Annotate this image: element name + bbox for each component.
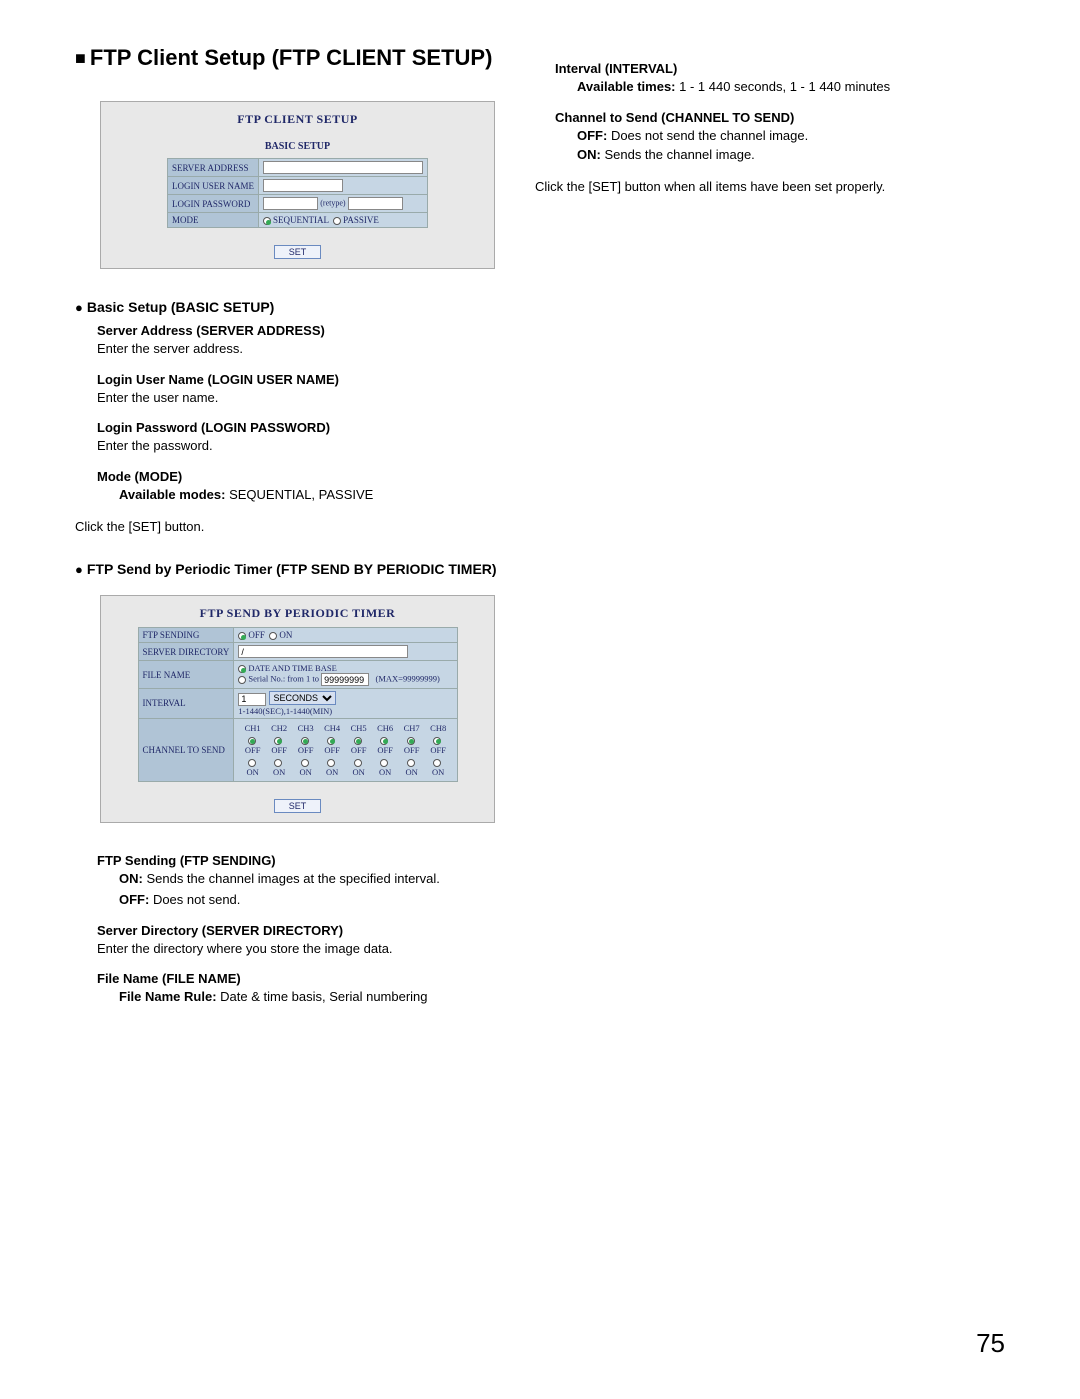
ch4-off-radio[interactable] (327, 737, 335, 745)
ch4-on-radio[interactable] (327, 759, 335, 767)
serial-max-note: (MAX=99999999) (375, 674, 439, 684)
periodic-timer-panel: FTP SEND BY PERIODIC TIMER FTP SENDING O… (100, 595, 495, 823)
interval-unit-select[interactable]: SECONDS (269, 691, 336, 705)
login-password-heading: Login Password (LOGIN PASSWORD) (97, 420, 505, 435)
ftp-sending-off-text: OFF: Does not send. (119, 891, 505, 909)
ch8-off-radio[interactable] (433, 737, 441, 745)
file-name-rule-text: File Name Rule: Date & time basis, Seria… (119, 988, 505, 1006)
filename-serial-label: Serial No.: from 1 to (248, 674, 319, 684)
ch2-label: CH2 (267, 723, 292, 733)
filename-datetime-label: DATE AND TIME BASE (248, 663, 336, 673)
set-button[interactable]: SET (274, 245, 322, 259)
login-user-heading: Login User Name (LOGIN USER NAME) (97, 372, 505, 387)
label-channel-send: CHANNEL TO SEND (138, 718, 234, 781)
login-password-text: Enter the password. (97, 437, 505, 455)
basic-setup-table: SERVER ADDRESS LOGIN USER NAME LOGIN PAS… (167, 158, 428, 228)
final-instruction: Click the [SET] button when all items ha… (535, 178, 1020, 196)
square-bullet-icon: ■ (75, 48, 86, 70)
label-mode: MODE (168, 213, 259, 228)
mode-sequential-label: SEQUENTIAL (273, 215, 329, 225)
server-address-heading: Server Address (SERVER ADDRESS) (97, 323, 505, 338)
ch7-off-radio[interactable] (407, 737, 415, 745)
basic-setup-panel: FTP CLIENT SETUP BASIC SETUP SERVER ADDR… (100, 101, 495, 269)
label-login-user: LOGIN USER NAME (168, 177, 259, 195)
ch5-on-radio[interactable] (354, 759, 362, 767)
mode-text: Available modes: SEQUENTIAL, PASSIVE (119, 486, 505, 504)
channel-send-heading: Channel to Send (CHANNEL TO SEND) (555, 110, 1020, 125)
ftp-sending-heading: FTP Sending (FTP SENDING) (97, 853, 505, 868)
server-directory-text: Enter the directory where you store the … (97, 940, 505, 958)
ch1-label: CH1 (240, 723, 265, 733)
serial-max-input[interactable] (321, 673, 369, 686)
ch3-label: CH3 (293, 723, 318, 733)
basic-setup-heading: ●Basic Setup (BASIC SETUP) (75, 299, 505, 315)
interval-heading: Interval (INTERVAL) (555, 61, 1020, 76)
interval-text: Available times: 1 - 1 440 seconds, 1 - … (577, 78, 1020, 96)
label-file-name: FILE NAME (138, 661, 234, 689)
ch8-label: CH8 (426, 723, 451, 733)
ch1-off-radio[interactable] (248, 737, 256, 745)
ftp-sending-on-radio[interactable] (269, 632, 277, 640)
panel2-title: FTP SEND BY PERIODIC TIMER (101, 596, 494, 627)
ch6-label: CH6 (373, 723, 398, 733)
filename-serial-radio[interactable] (238, 676, 246, 684)
interval-value-input[interactable] (238, 693, 266, 706)
ch7-label: CH7 (399, 723, 424, 733)
retype-label: (retype) (320, 199, 345, 208)
panel-subtitle: BASIC SETUP (101, 133, 494, 158)
page-title: ■FTP Client Setup (FTP CLIENT SETUP) (75, 45, 505, 71)
ch5-label: CH5 (346, 723, 371, 733)
file-name-heading: File Name (FILE NAME) (97, 971, 505, 986)
off-label: OFF (248, 630, 265, 640)
ch3-off-radio[interactable] (301, 737, 309, 745)
ch6-on-radio[interactable] (380, 759, 388, 767)
label-interval: INTERVAL (138, 689, 234, 719)
ch5-off-radio[interactable] (354, 737, 362, 745)
login-password-retype-input[interactable] (348, 197, 403, 210)
ch8-on-radio[interactable] (433, 759, 441, 767)
channel-grid: CH1 CH2 CH3 CH4 CH5 CH6 CH7 CH8 OFF (238, 721, 452, 779)
mode-passive-label: PASSIVE (343, 215, 379, 225)
periodic-table: FTP SENDING OFF ON SERVER DIRECTORY FILE… (138, 627, 458, 782)
login-user-input[interactable] (263, 179, 343, 192)
ch2-off-radio[interactable] (274, 737, 282, 745)
filename-datetime-radio[interactable] (238, 665, 246, 673)
server-directory-heading: Server Directory (SERVER DIRECTORY) (97, 923, 505, 938)
ch7-on-radio[interactable] (407, 759, 415, 767)
server-dir-input[interactable] (238, 645, 408, 658)
server-address-text: Enter the server address. (97, 340, 505, 358)
label-server-dir: SERVER DIRECTORY (138, 643, 234, 661)
panel-title: FTP CLIENT SETUP (101, 102, 494, 133)
set-button-2[interactable]: SET (274, 799, 322, 813)
channel-on-text: ON: Sends the channel image. (577, 146, 1020, 164)
channel-off-text: OFF: Does not send the channel image. (577, 127, 1020, 145)
ftp-sending-off-radio[interactable] (238, 632, 246, 640)
ch6-off-radio[interactable] (380, 737, 388, 745)
page-number: 75 (976, 1328, 1005, 1359)
ftp-sending-on-text: ON: Sends the channel images at the spec… (119, 870, 505, 888)
periodic-timer-heading: ●FTP Send by Periodic Timer (FTP SEND BY… (75, 561, 505, 577)
interval-note: 1-1440(SEC),1-1440(MIN) (238, 706, 332, 716)
ch2-on-radio[interactable] (274, 759, 282, 767)
label-ftp-sending: FTP SENDING (138, 628, 234, 643)
login-user-text: Enter the user name. (97, 389, 505, 407)
label-server-address: SERVER ADDRESS (168, 159, 259, 177)
label-login-password: LOGIN PASSWORD (168, 195, 259, 213)
ch3-on-radio[interactable] (301, 759, 309, 767)
ch4-label: CH4 (320, 723, 345, 733)
mode-passive-radio[interactable] (333, 217, 341, 225)
on-label: ON (279, 630, 292, 640)
click-set-text: Click the [SET] button. (75, 518, 505, 536)
mode-sequential-radio[interactable] (263, 217, 271, 225)
server-address-input[interactable] (263, 161, 423, 174)
mode-heading: Mode (MODE) (97, 469, 505, 484)
ch1-on-radio[interactable] (248, 759, 256, 767)
login-password-input[interactable] (263, 197, 318, 210)
